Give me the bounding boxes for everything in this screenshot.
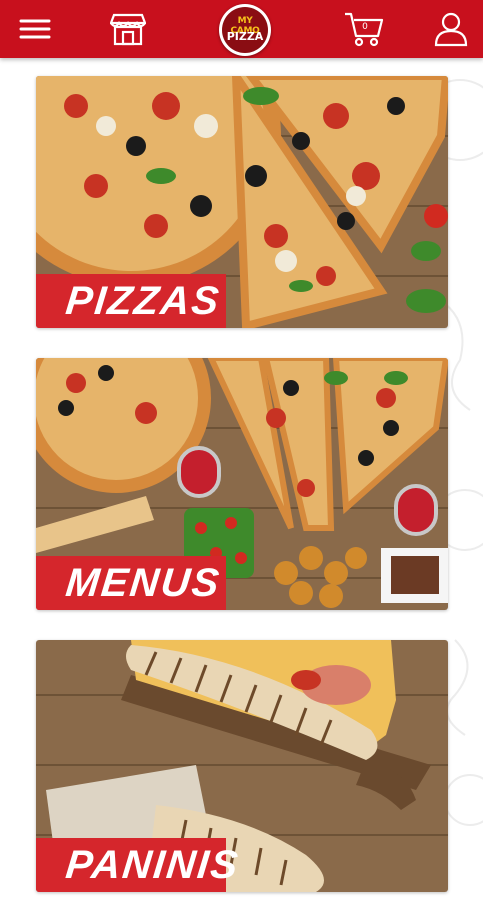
category-ribbon: PIZZAS [36,274,226,328]
brand-logo[interactable]: MY CAMO PIZZA [219,4,271,56]
category-card-pizzas[interactable]: PIZZAS [36,76,448,328]
top-app-bar: MY CAMO PIZZA 0 [0,0,483,58]
hamburger-menu-icon[interactable] [15,9,55,49]
category-ribbon: PANINIS [36,838,242,892]
category-label: MENUS [63,561,223,605]
category-card-menus[interactable]: MENUS [36,358,448,610]
user-icon[interactable] [431,9,471,49]
category-ribbon: MENUS [36,556,226,610]
category-card-paninis[interactable]: PANINIS [36,640,448,892]
shopping-cart-button[interactable]: 0 [342,9,386,49]
store-icon[interactable] [108,9,148,49]
category-label: PIZZAS [63,279,223,323]
cart-count-badge: 0 [362,22,368,32]
category-label: PANINIS [63,843,242,887]
logo-text-line2: PIZZA [226,30,264,43]
